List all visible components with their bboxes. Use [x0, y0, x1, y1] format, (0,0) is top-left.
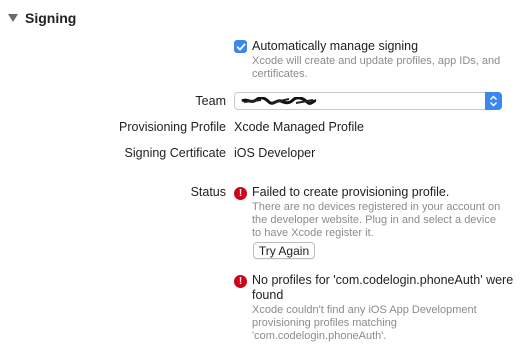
detail-line: There are no devices registered in your …: [252, 201, 501, 213]
signing-section-header[interactable]: Signing: [8, 9, 76, 27]
auto-signing-label: Automatically manage signing: [252, 39, 419, 53]
status-label: Status: [190, 185, 226, 199]
error1-detail: There are no devices registered in your …: [252, 201, 500, 240]
error1-title: Failed to create provisioning profile.: [252, 185, 450, 199]
provisioning-profile-label: Provisioning Profile: [119, 120, 226, 134]
error-icon: !: [234, 275, 247, 288]
detail-line: 'com.codelogin.phoneAuth'.: [252, 330, 387, 342]
team-popup[interactable]: [234, 92, 502, 110]
title-line: No profiles for 'com.codelogin.phoneAuth…: [252, 273, 514, 287]
popup-arrows-icon[interactable]: [485, 92, 502, 110]
provisioning-profile-value: Xcode Managed Profile: [234, 120, 364, 134]
checkmark-icon: [236, 43, 245, 50]
error2-detail: Xcode couldn't find any iOS App Developm…: [252, 304, 477, 343]
error2-title: No profiles for 'com.codelogin.phoneAuth…: [252, 273, 513, 303]
auto-signing-description: Xcode will create and update profiles, a…: [252, 55, 500, 81]
team-label: Team: [195, 94, 226, 108]
section-title: Signing: [25, 10, 77, 26]
detail-line: provisioning profiles matching: [252, 317, 397, 329]
description-line: certificates.: [252, 68, 308, 80]
detail-line: the developer website. Plug in and selec…: [252, 214, 496, 226]
signing-certificate-label: Signing Certificate: [124, 146, 226, 160]
description-line: Xcode will create and update profiles, a…: [252, 55, 501, 67]
detail-line: Xcode couldn't find any iOS App Developm…: [252, 304, 477, 316]
try-again-button[interactable]: Try Again: [253, 242, 315, 259]
redacted-team-name: [241, 97, 317, 105]
disclosure-triangle-icon[interactable]: [8, 14, 18, 22]
detail-line: to have Xcode register it.: [252, 227, 374, 239]
error-icon: !: [234, 187, 247, 200]
auto-signing-checkbox[interactable]: [234, 40, 247, 53]
title-line: found: [252, 288, 284, 302]
signing-certificate-value: iOS Developer: [234, 146, 316, 160]
